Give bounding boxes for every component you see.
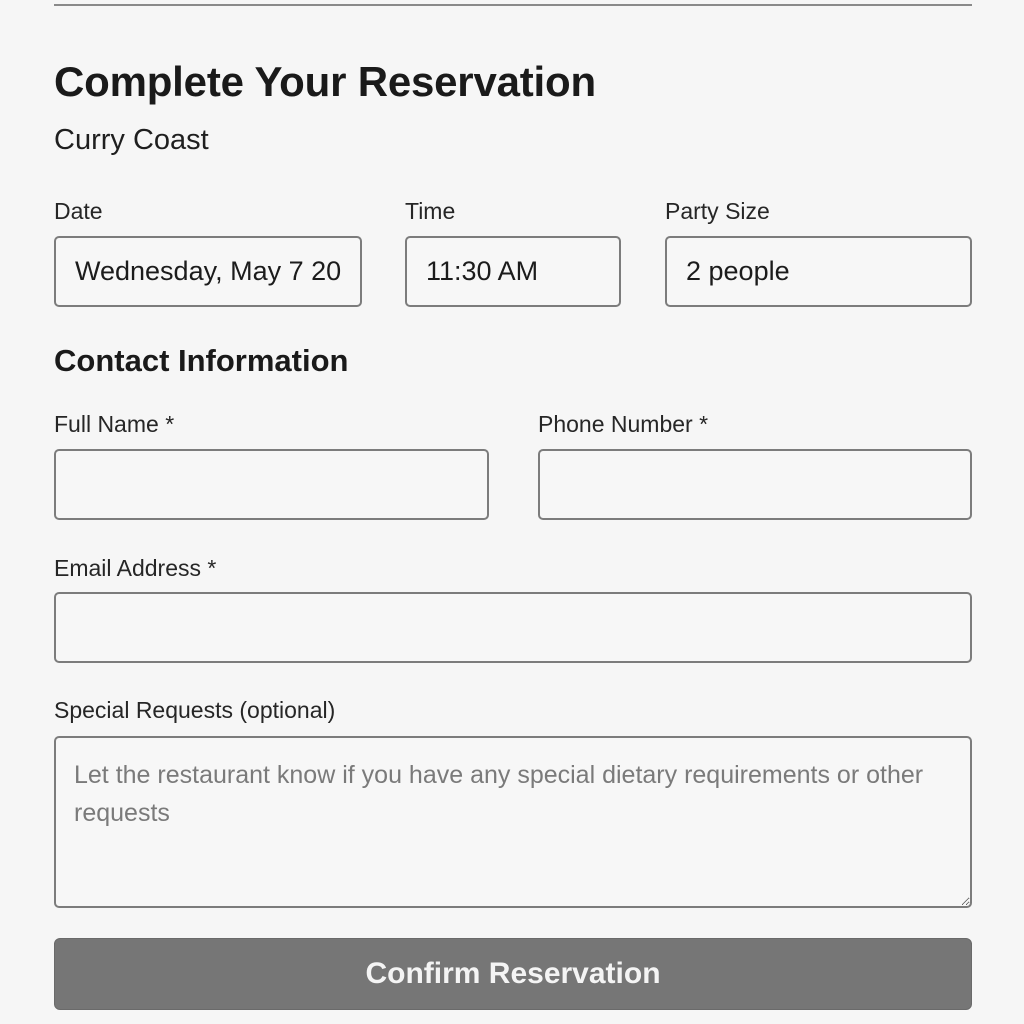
reservation-page: Complete Your Reservation Curry Coast Da… xyxy=(0,0,1024,1024)
email-address-label: Email Address * xyxy=(54,555,217,581)
phone-number-input[interactable] xyxy=(538,449,972,520)
special-requests-label: Special Requests (optional) xyxy=(54,697,336,723)
date-label: Date xyxy=(54,198,103,224)
party-size-label: Party Size xyxy=(665,198,770,224)
confirm-reservation-button[interactable]: Confirm Reservation xyxy=(54,938,972,1010)
time-field[interactable]: 11:30 AM xyxy=(405,236,621,307)
special-requests-textarea[interactable] xyxy=(54,736,972,908)
phone-number-label: Phone Number * xyxy=(538,411,709,437)
full-name-input[interactable] xyxy=(54,449,489,520)
party-size-value: 2 people xyxy=(686,256,790,286)
time-label: Time xyxy=(405,198,456,224)
restaurant-name: Curry Coast xyxy=(54,124,209,156)
email-address-input[interactable] xyxy=(54,592,972,663)
contact-section-heading: Contact Information xyxy=(54,343,349,378)
date-field[interactable]: Wednesday, May 7 20 xyxy=(54,236,362,307)
party-size-field[interactable]: 2 people xyxy=(665,236,972,307)
full-name-label: Full Name * xyxy=(54,411,175,437)
top-divider xyxy=(54,4,972,6)
time-value: 11:30 AM xyxy=(426,256,539,286)
page-title: Complete Your Reservation xyxy=(54,58,596,105)
date-value: Wednesday, May 7 20 xyxy=(75,256,342,286)
